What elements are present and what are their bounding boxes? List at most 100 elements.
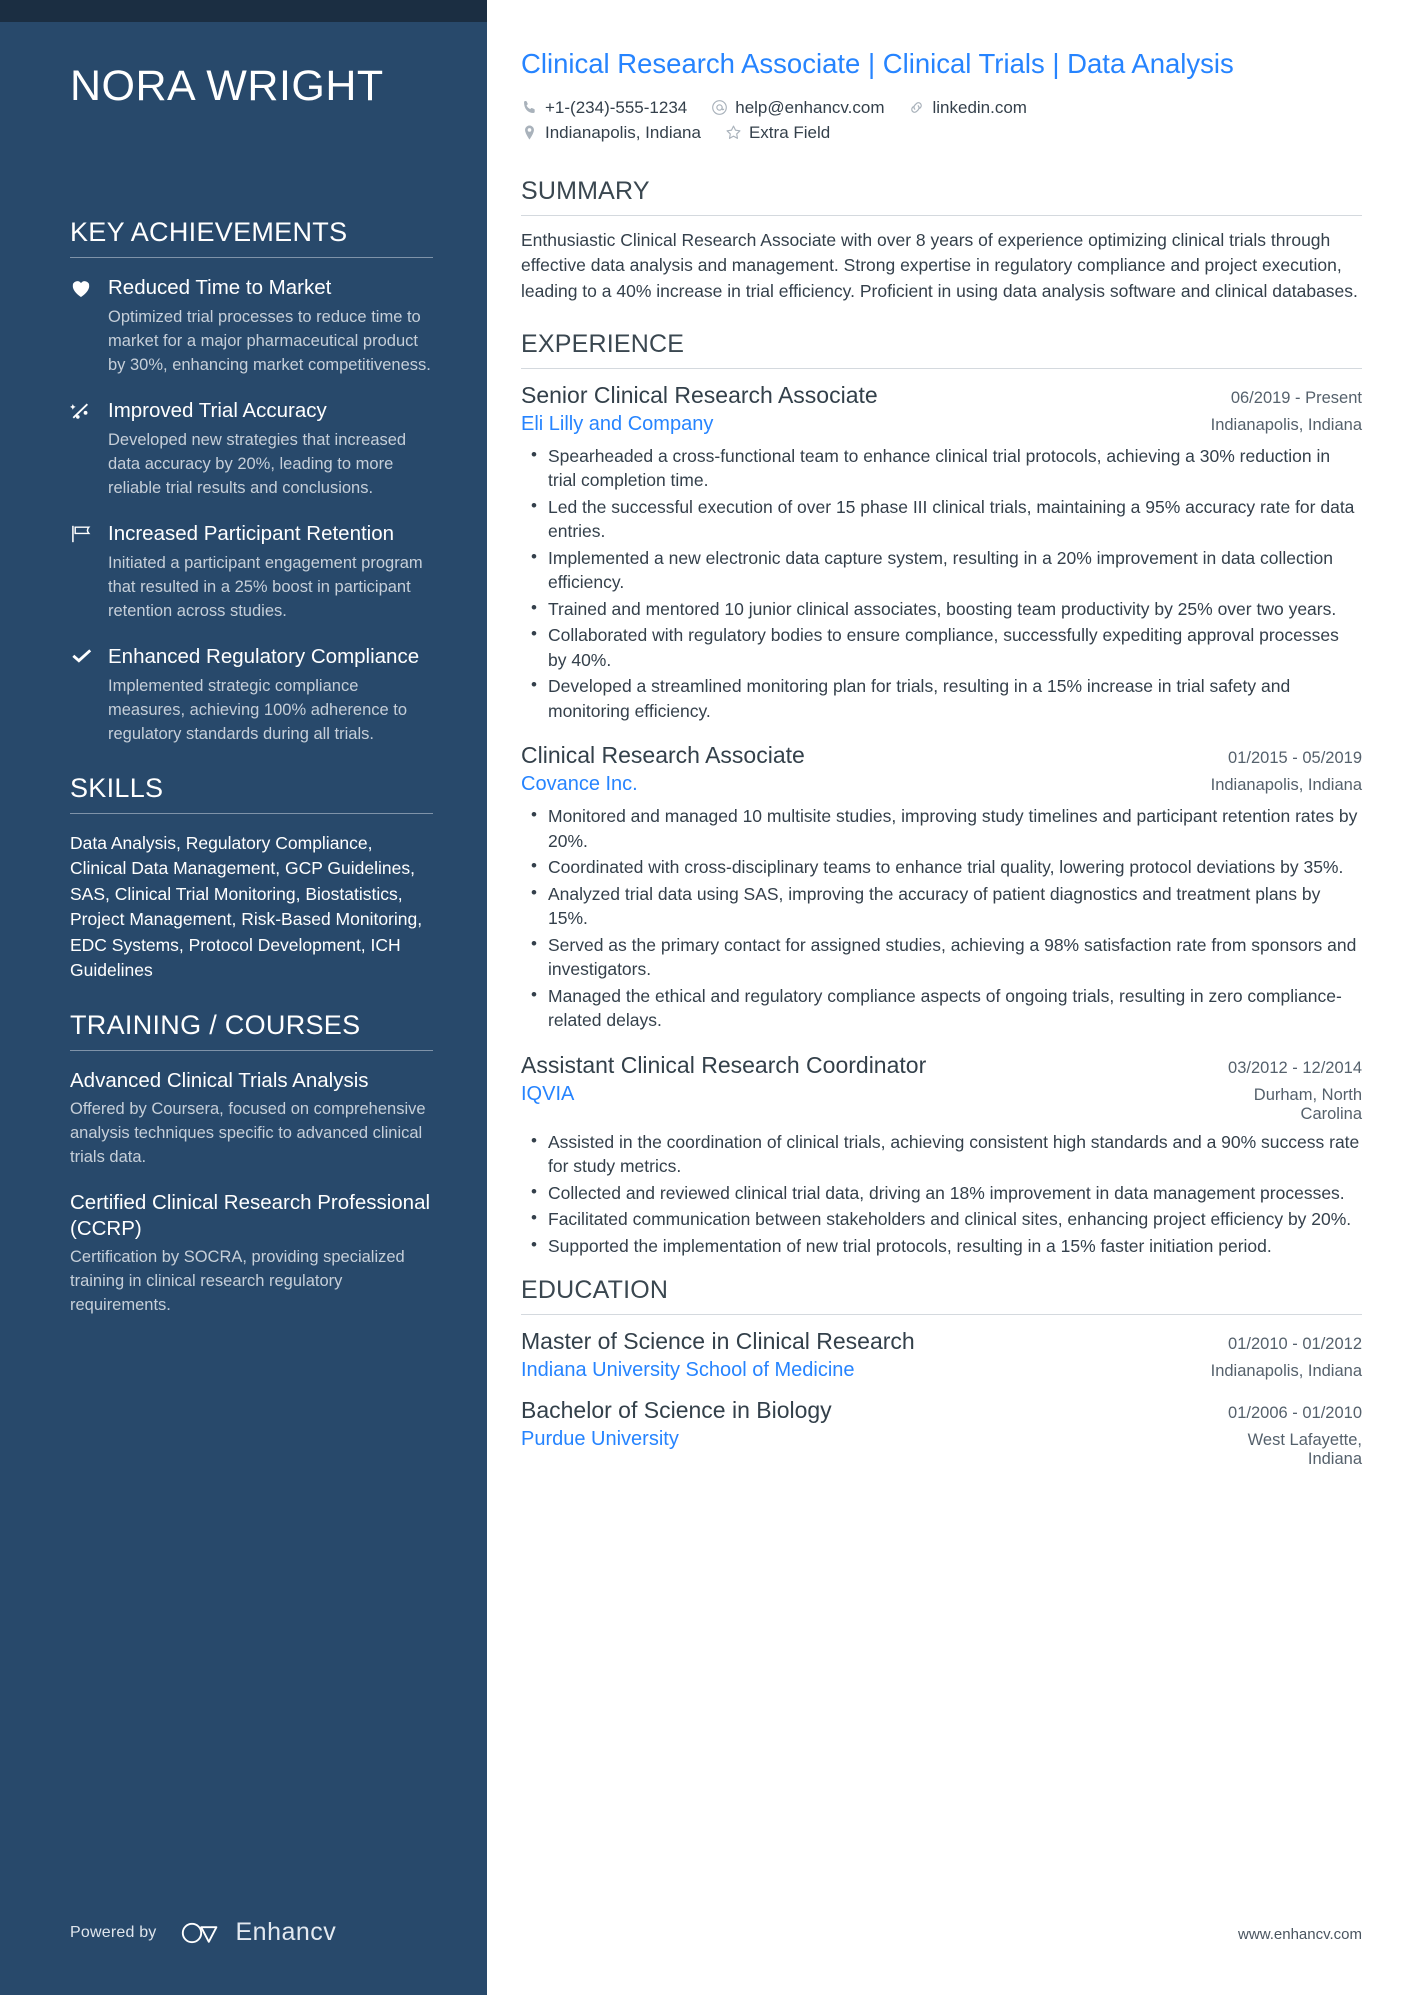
star-icon [725,124,742,141]
job-bullets: Assisted in the coordination of clinical… [521,1129,1362,1259]
degree-title: Master of Science in Clinical Research [521,1328,915,1355]
contact-email[interactable]: help@enhancv.com [711,98,884,118]
school-name[interactable]: Purdue University [521,1426,679,1453]
job-location: Durham, North Carolina [1253,1085,1362,1123]
job-bullets: Monitored and managed 10 multisite studi… [521,803,1362,1033]
skills-list: Data Analysis, Regulatory Compliance, Cl… [70,832,423,981]
main-content: Clinical Research Associate | Clinical T… [487,0,1410,1995]
job-company[interactable]: Eli Lilly and Company [521,411,713,438]
job-title: Assistant Clinical Research Coordinator [521,1051,927,1078]
achievement-item: Reduced Time to Market Optimized trial p… [70,275,433,378]
divider [70,1049,433,1051]
job-location: Indianapolis, Indiana [1210,776,1362,795]
site-url[interactable]: www.enhancv.com [1238,1926,1362,1943]
training-section: TRAINING / COURSES Advanced Clinical Tri… [70,1010,433,1318]
job-title: Senior Clinical Research Associate [521,381,878,408]
school-location: West Lafayette, Indiana [1247,1430,1362,1468]
school-name[interactable]: Indiana University School of Medicine [521,1357,855,1384]
degree-dates: 01/2006 - 01/2010 [1228,1403,1362,1422]
education-entry: Bachelor of Science in Biology 01/2006 -… [521,1396,1362,1469]
bullet: Analyzed trial data using SAS, improving… [531,881,1362,931]
training-heading: TRAINING / COURSES [70,1009,361,1040]
bullet: Implemented a new electronic data captur… [531,545,1362,595]
job-dates: 03/2012 - 12/2014 [1228,1058,1362,1077]
job-dates: 06/2019 - Present [1230,388,1362,407]
bullet: Served as the primary contact for assign… [531,932,1362,982]
job-location: Indianapolis, Indiana [1210,415,1362,434]
bullet: Assisted in the coordination of clinical… [531,1129,1362,1179]
course-title: Certified Clinical Research Professional… [70,1190,431,1240]
enhancv-logo: Enhancv [179,1918,337,1947]
achievement-item: Increased Participant Retention Initiate… [70,521,433,624]
experience-entry: Assistant Clinical Research Coordinator … [521,1051,1362,1258]
contact-row: Indianapolis, Indiana Extra Field [521,123,1362,143]
powered-by-label: Powered by [70,1923,157,1941]
divider [521,214,1362,216]
location-pin-icon [521,124,538,141]
degree-title: Bachelor of Science in Biology [521,1396,832,1423]
summary-text: Enthusiastic Clinical Research Associate… [521,229,1358,301]
achievement-description: Initiated a participant engagement progr… [108,554,423,620]
achievement-description: Developed new strategies that increased … [108,431,407,498]
divider [521,367,1362,369]
job-bullets: Spearheaded a cross-functional team to e… [521,443,1362,724]
divider [70,257,433,259]
sidebar-top-bar [0,0,487,22]
job-company[interactable]: Covance Inc. [521,771,638,798]
degree-dates: 01/2010 - 01/2012 [1228,1335,1362,1354]
course-description: Offered by Coursera, focused on comprehe… [70,1099,426,1166]
candidate-name: NORA WRIGHT [70,62,384,110]
heart-icon [70,275,108,378]
summary-heading: SUMMARY [521,176,650,205]
sidebar: NORA WRIGHT KEY ACHIEVEMENTS Reduced Tim… [0,0,487,1995]
contact-row: +1-(234)-555-1234 help@enhancv.com linke… [521,98,1362,118]
contact-extra-field-text: Extra Field [748,122,831,142]
bullet: Developed a streamlined monitoring plan … [531,673,1362,723]
achievement-description: Implemented strategic compliance measure… [108,676,408,743]
bullet: Supported the implementation of new tria… [531,1233,1362,1259]
key-achievements-section: KEY ACHIEVEMENTS Reduced Time to Market … [70,217,433,746]
education-section: EDUCATION Master of Science in Clinical … [521,1276,1362,1469]
school-location: Indianapolis, Indiana [1210,1361,1362,1380]
job-dates: 01/2015 - 05/2019 [1228,749,1362,768]
job-company[interactable]: IQVIA [521,1081,574,1108]
achievement-title: Enhanced Regulatory Compliance [108,644,420,668]
bullet: Spearheaded a cross-functional team to e… [531,443,1362,493]
experience-entry: Clinical Research Associate 01/2015 - 05… [521,741,1362,1032]
contact-email-text: help@enhancv.com [735,97,885,117]
course-item: Advanced Clinical Trials Analysis Offere… [70,1068,433,1170]
job-title: Clinical Research Associate [521,742,805,769]
contact-linkedin[interactable]: linkedin.com [908,98,1027,118]
contact-extra-field[interactable]: Extra Field [725,123,830,143]
skills-section: SKILLS Data Analysis, Regulatory Complia… [70,773,433,984]
resume-page: NORA WRIGHT KEY ACHIEVEMENTS Reduced Tim… [0,0,1410,1995]
course-description: Certification by SOCRA, providing specia… [70,1247,405,1314]
infinity-logo-icon [181,1922,217,1943]
contact-location-text: Indianapolis, Indiana [545,122,701,142]
contact-phone[interactable]: +1-(234)-555-1234 [521,98,687,118]
course-item: Certified Clinical Research Professional… [70,1190,433,1318]
email-icon [711,99,728,116]
bullet: Trained and mentored 10 junior clinical … [531,596,1362,622]
check-icon [70,644,108,747]
skills-heading: SKILLS [70,772,164,803]
achievement-title: Improved Trial Accuracy [108,399,327,423]
contact-info: +1-(234)-555-1234 help@enhancv.com linke… [521,98,1362,143]
education-heading: EDUCATION [521,1276,669,1305]
contact-linkedin-text: linkedin.com [932,97,1027,117]
professional-headline: Clinical Research Associate | Clinical T… [521,48,1234,79]
experience-heading: EXPERIENCE [521,329,685,358]
education-entry: Master of Science in Clinical Research 0… [521,1327,1362,1384]
divider [521,1314,1362,1316]
scatter-chart-icon [70,398,108,501]
summary-section: SUMMARY Enthusiastic Clinical Research A… [521,177,1362,304]
bullet: Collaborated with regulatory bodies to e… [531,622,1362,672]
contact-phone-text: +1-(234)-555-1234 [545,97,688,117]
achievement-title: Reduced Time to Market [108,276,332,300]
brand-name: Enhancv [235,1918,337,1946]
contact-location[interactable]: Indianapolis, Indiana [521,123,701,143]
experience-entry: Senior Clinical Research Associate 06/20… [521,381,1362,723]
course-title: Advanced Clinical Trials Analysis [70,1068,369,1092]
bullet: Coordinated with cross-disciplinary team… [531,854,1362,880]
experience-section: EXPERIENCE Senior Clinical Research Asso… [521,330,1362,1258]
